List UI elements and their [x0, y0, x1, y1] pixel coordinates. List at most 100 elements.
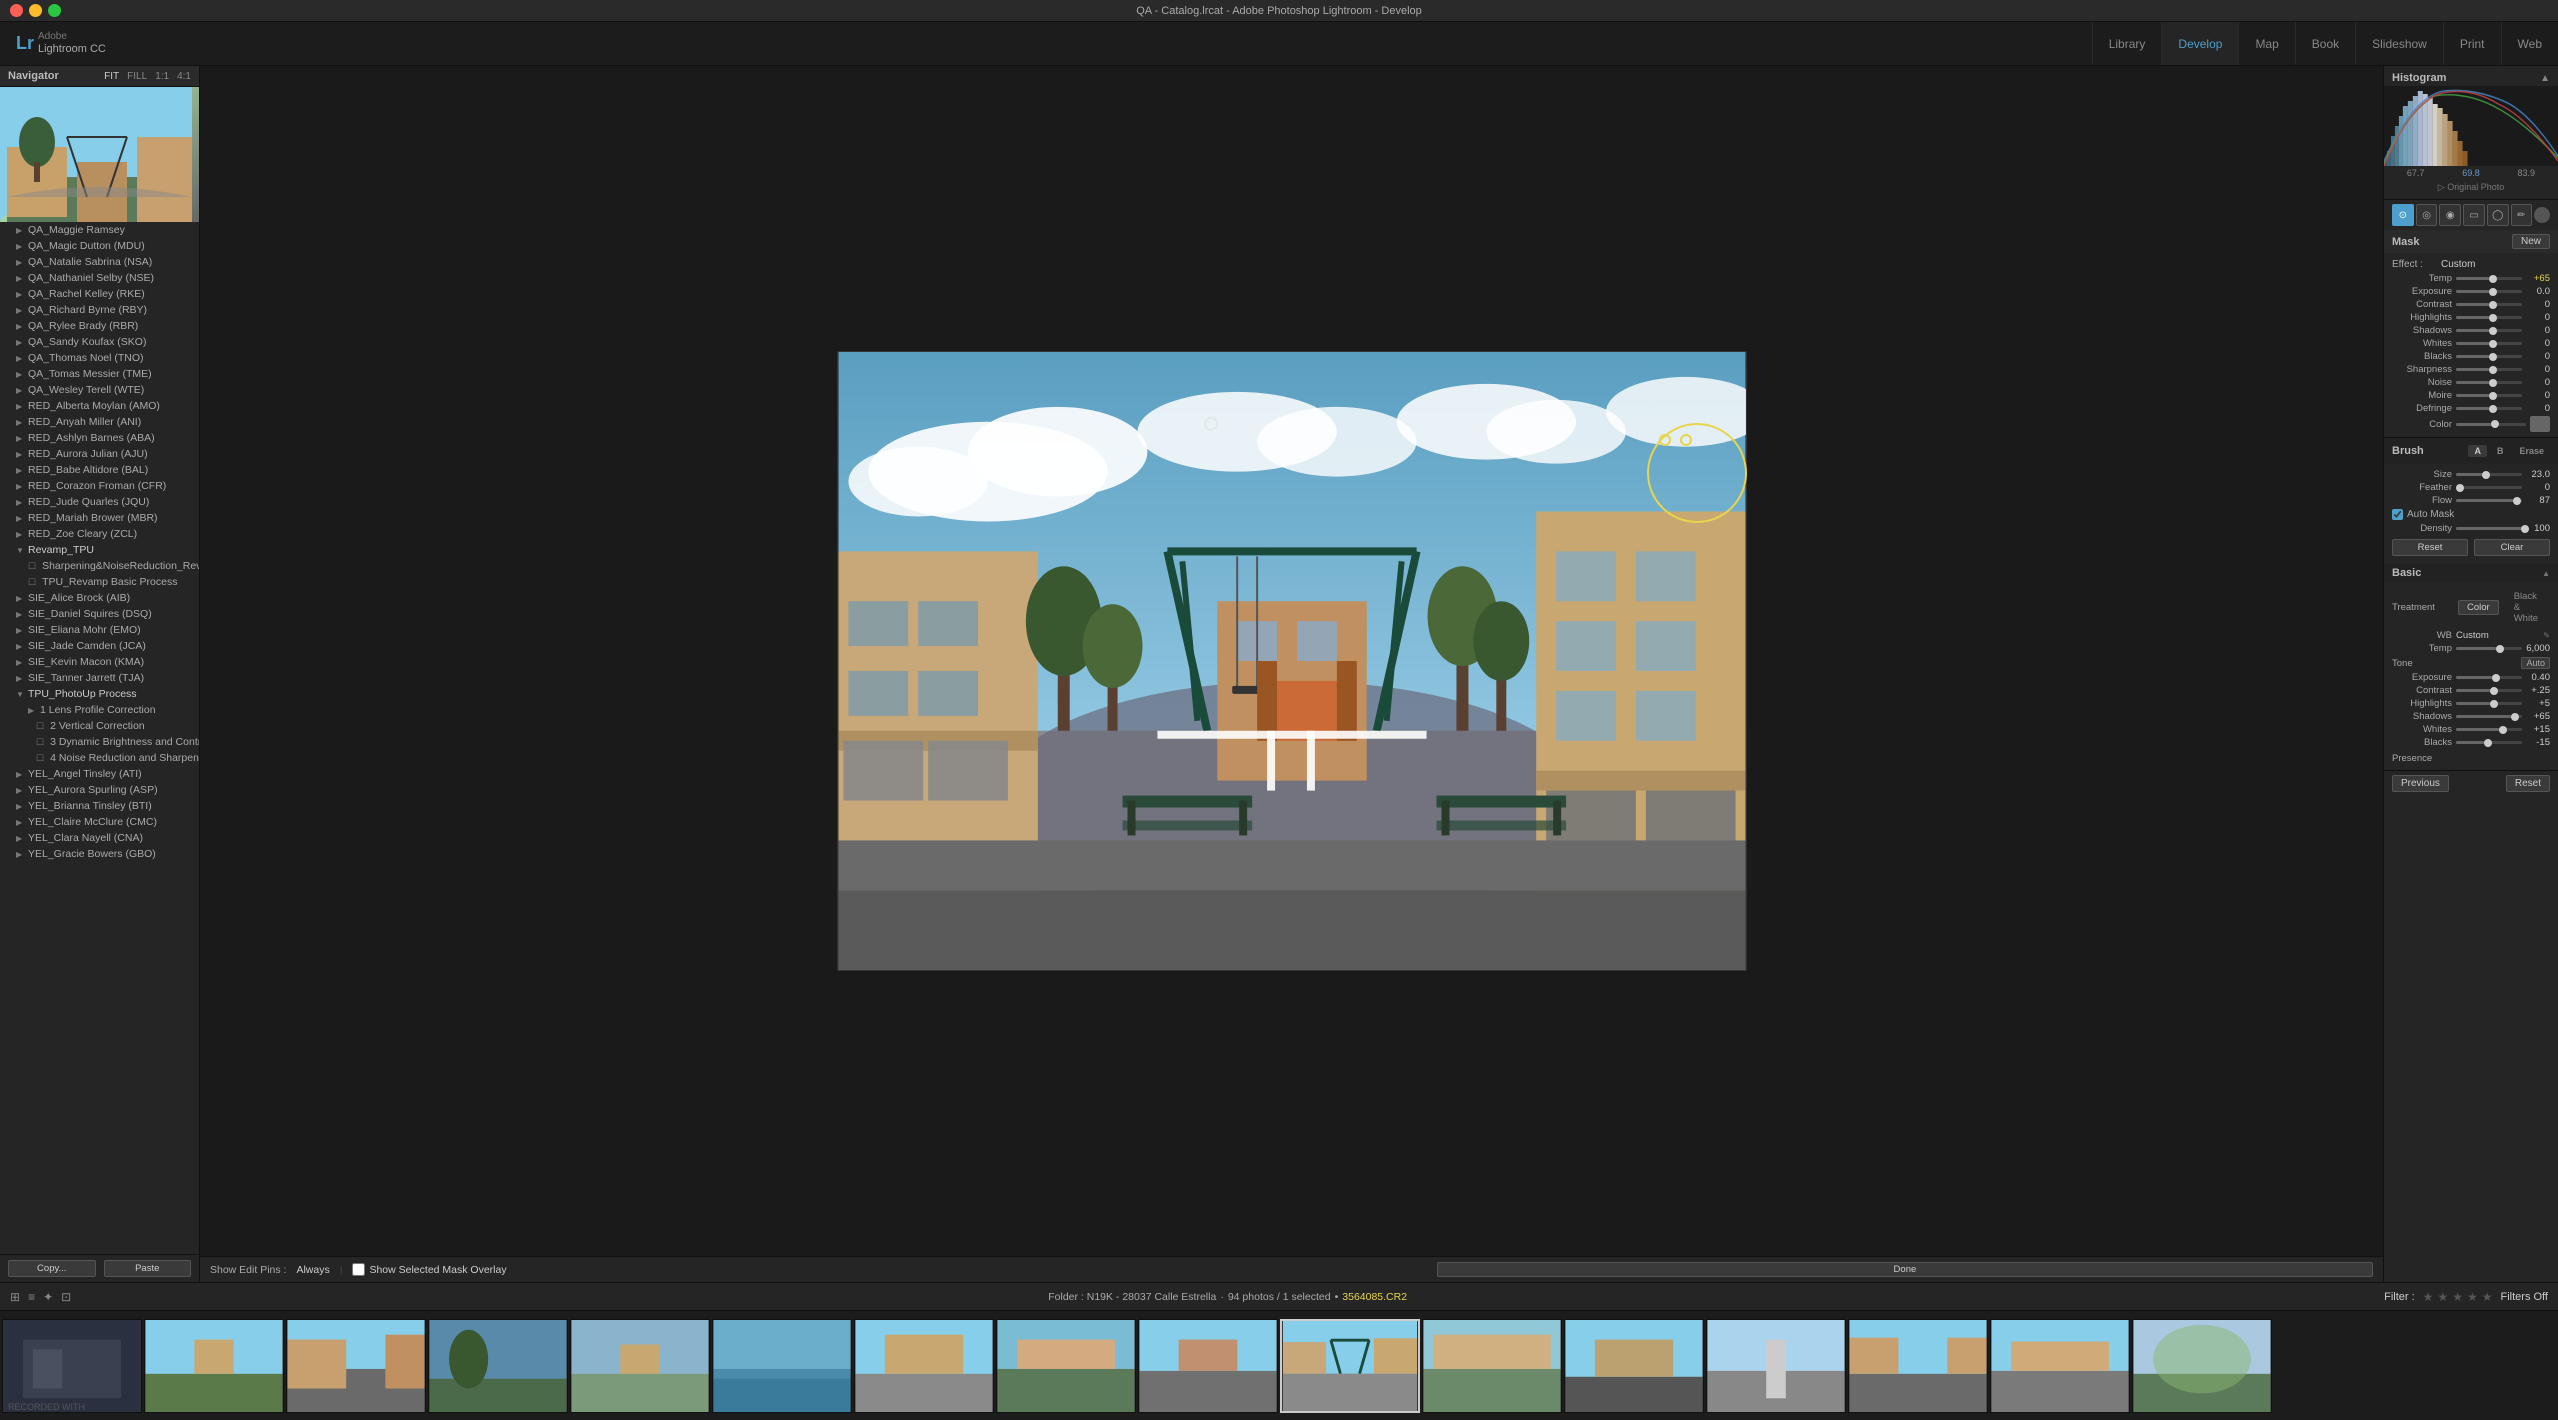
wb-value[interactable]: Custom: [2456, 630, 2539, 641]
list-item-revamp[interactable]: ▼Revamp_TPU: [0, 542, 199, 558]
brush-size-slider[interactable]: [2456, 473, 2522, 476]
fit-option-fit[interactable]: FIT: [104, 71, 119, 82]
loupe-icon[interactable]: ≡: [28, 1290, 35, 1304]
show-mask-checkbox[interactable]: [352, 1263, 365, 1276]
list-item[interactable]: ▶QA_Thomas Noel (TNO): [0, 350, 199, 366]
filmstrip-thumb-6[interactable]: [712, 1319, 852, 1413]
fit-option-4to1[interactable]: 4:1: [177, 71, 191, 82]
exposure-slider-mask[interactable]: [2456, 290, 2522, 293]
sharpness-slider[interactable]: [2456, 368, 2522, 371]
filmstrip-thumb-13[interactable]: [1706, 1319, 1846, 1413]
fit-option-fill[interactable]: FILL: [127, 71, 147, 82]
histogram-expand-icon[interactable]: ▲: [2540, 73, 2550, 84]
image-area[interactable]: [200, 66, 2383, 1256]
brush-tab-erase[interactable]: Erase: [2513, 445, 2550, 457]
list-item[interactable]: ☐3 Dynamic Brightness and Contrast: [0, 734, 199, 750]
treatment-bw-btn[interactable]: Black & White: [2505, 589, 2550, 626]
list-item[interactable]: ▶QA_Tomas Messier (TME): [0, 366, 199, 382]
list-item[interactable]: ▶SIE_Jade Camden (JCA): [0, 638, 199, 654]
list-item[interactable]: ▶YEL_Clara Nayell (CNA): [0, 830, 199, 846]
list-item[interactable]: ▶YEL_Gracie Bowers (GBO): [0, 846, 199, 862]
list-item[interactable]: ▶YEL_Angel Tinsley (ATI): [0, 766, 199, 782]
treatment-color-btn[interactable]: Color: [2458, 600, 2499, 615]
auto-mask-checkbox[interactable]: [2392, 509, 2403, 520]
filmstrip-thumb-10[interactable]: [1280, 1319, 1420, 1413]
close-button[interactable]: [10, 4, 23, 17]
list-item[interactable]: ▶YEL_Brianna Tinsley (BTI): [0, 798, 199, 814]
nav-map[interactable]: Map: [2238, 22, 2294, 65]
develop-linear-grad-tool[interactable]: ▭: [2463, 204, 2485, 226]
list-item[interactable]: ▶QA_Wesley Terell (WTE): [0, 382, 199, 398]
list-item[interactable]: ▶RED_Corazon Froman (CFR): [0, 478, 199, 494]
brush-reset-button[interactable]: Reset: [2392, 539, 2468, 556]
list-item-tpu[interactable]: ▼TPU_PhotoUp Process: [0, 686, 199, 702]
nav-develop[interactable]: Develop: [2161, 22, 2238, 65]
main-photo[interactable]: [837, 351, 1747, 971]
list-item[interactable]: ▶RED_Jude Quarles (JQU): [0, 494, 199, 510]
list-item[interactable]: ▶RED_Zoe Cleary (ZCL): [0, 526, 199, 542]
filters-off-label[interactable]: Filters Off: [2501, 1291, 2548, 1303]
filmstrip-thumb-4[interactable]: [428, 1319, 568, 1413]
mask-section-header[interactable]: Mask New: [2384, 230, 2558, 253]
whites-basic-slider[interactable]: [2456, 728, 2522, 731]
blacks-slider-mask[interactable]: [2456, 355, 2522, 358]
list-item[interactable]: ▶QA_Rylee Brady (RBR): [0, 318, 199, 334]
develop-radial-grad-tool[interactable]: ◯: [2487, 204, 2509, 226]
nav-web[interactable]: Web: [2501, 22, 2558, 65]
highlights-slider-mask[interactable]: [2456, 316, 2522, 319]
nav-library[interactable]: Library: [2092, 22, 2162, 65]
list-item[interactable]: ▶QA_Rachel Kelley (RKE): [0, 286, 199, 302]
auto-tone-button[interactable]: Auto: [2521, 657, 2550, 669]
list-item[interactable]: ☐Sharpening&NoiseReduction_Revamp: [0, 558, 199, 574]
noise-slider[interactable]: [2456, 381, 2522, 384]
basic-expand-icon[interactable]: ▲: [2542, 569, 2550, 578]
maximize-button[interactable]: [48, 4, 61, 17]
brush-clear-button[interactable]: Clear: [2474, 539, 2550, 556]
star-3[interactable]: ★: [2452, 1290, 2463, 1304]
exposure-basic-slider[interactable]: [2456, 676, 2522, 679]
list-item[interactable]: ▶RED_Alberta Moylan (AMO): [0, 398, 199, 414]
develop-adjustment-brush[interactable]: ✏: [2511, 204, 2533, 226]
survey-icon[interactable]: ⊡: [61, 1290, 71, 1304]
star-1[interactable]: ★: [2423, 1290, 2434, 1304]
list-item[interactable]: ▶RED_Babe Altidore (BAL): [0, 462, 199, 478]
list-item[interactable]: ▶YEL_Aurora Spurling (ASP): [0, 782, 199, 798]
list-item[interactable]: ☐2 Vertical Correction: [0, 718, 199, 734]
develop-crop-tool[interactable]: ⊙: [2392, 204, 2414, 226]
compare-icon[interactable]: ✦: [43, 1290, 53, 1304]
color-swatch[interactable]: [2530, 416, 2550, 432]
moire-slider[interactable]: [2456, 394, 2522, 397]
brush-tab-a[interactable]: A: [2468, 445, 2487, 457]
star-5[interactable]: ★: [2482, 1290, 2493, 1304]
filmstrip-thumb-12[interactable]: [1564, 1319, 1704, 1413]
whites-slider-mask[interactable]: [2456, 342, 2522, 345]
list-item[interactable]: ▶QA_Magic Dutton (MDU): [0, 238, 199, 254]
shadows-slider-mask[interactable]: [2456, 329, 2522, 332]
list-item[interactable]: ▶QA_Maggie Ramsey: [0, 222, 199, 238]
grid-icon[interactable]: ⊞: [10, 1290, 20, 1304]
brush-feather-slider[interactable]: [2456, 486, 2522, 489]
list-item[interactable]: ▶QA_Nathaniel Selby (NSE): [0, 270, 199, 286]
filmstrip-thumb-15[interactable]: [1990, 1319, 2130, 1413]
star-2[interactable]: ★: [2437, 1290, 2448, 1304]
brush-density-slider[interactable]: [2456, 527, 2522, 530]
reset-develop-button[interactable]: Reset: [2506, 775, 2550, 792]
show-edit-pins-value[interactable]: Always: [296, 1264, 329, 1276]
nav-slideshow[interactable]: Slideshow: [2355, 22, 2443, 65]
filmstrip-thumb-3[interactable]: [286, 1319, 426, 1413]
list-item[interactable]: ▶YEL_Claire McClure (CMC): [0, 814, 199, 830]
list-item[interactable]: ☐4 Noise Reduction and Sharpening: [0, 750, 199, 766]
minimize-button[interactable]: [29, 4, 42, 17]
list-item[interactable]: ▶SIE_Tanner Jarrett (TJA): [0, 670, 199, 686]
list-item[interactable]: ▶QA_Richard Byrne (RBY): [0, 302, 199, 318]
list-item[interactable]: ▶RED_Mariah Brower (MBR): [0, 510, 199, 526]
filmstrip-thumb-11[interactable]: [1422, 1319, 1562, 1413]
temp-basic-slider[interactable]: [2456, 647, 2522, 650]
develop-spot-tool[interactable]: ◎: [2416, 204, 2438, 226]
wb-eyedropper-icon[interactable]: ✎: [2543, 631, 2550, 640]
blacks-basic-slider[interactable]: [2456, 741, 2522, 744]
contrast-slider-mask[interactable]: [2456, 303, 2522, 306]
list-item[interactable]: ▶1 Lens Profile Correction: [0, 702, 199, 718]
list-item[interactable]: ▶SIE_Daniel Squires (DSQ): [0, 606, 199, 622]
develop-color-picker[interactable]: [2534, 207, 2550, 223]
